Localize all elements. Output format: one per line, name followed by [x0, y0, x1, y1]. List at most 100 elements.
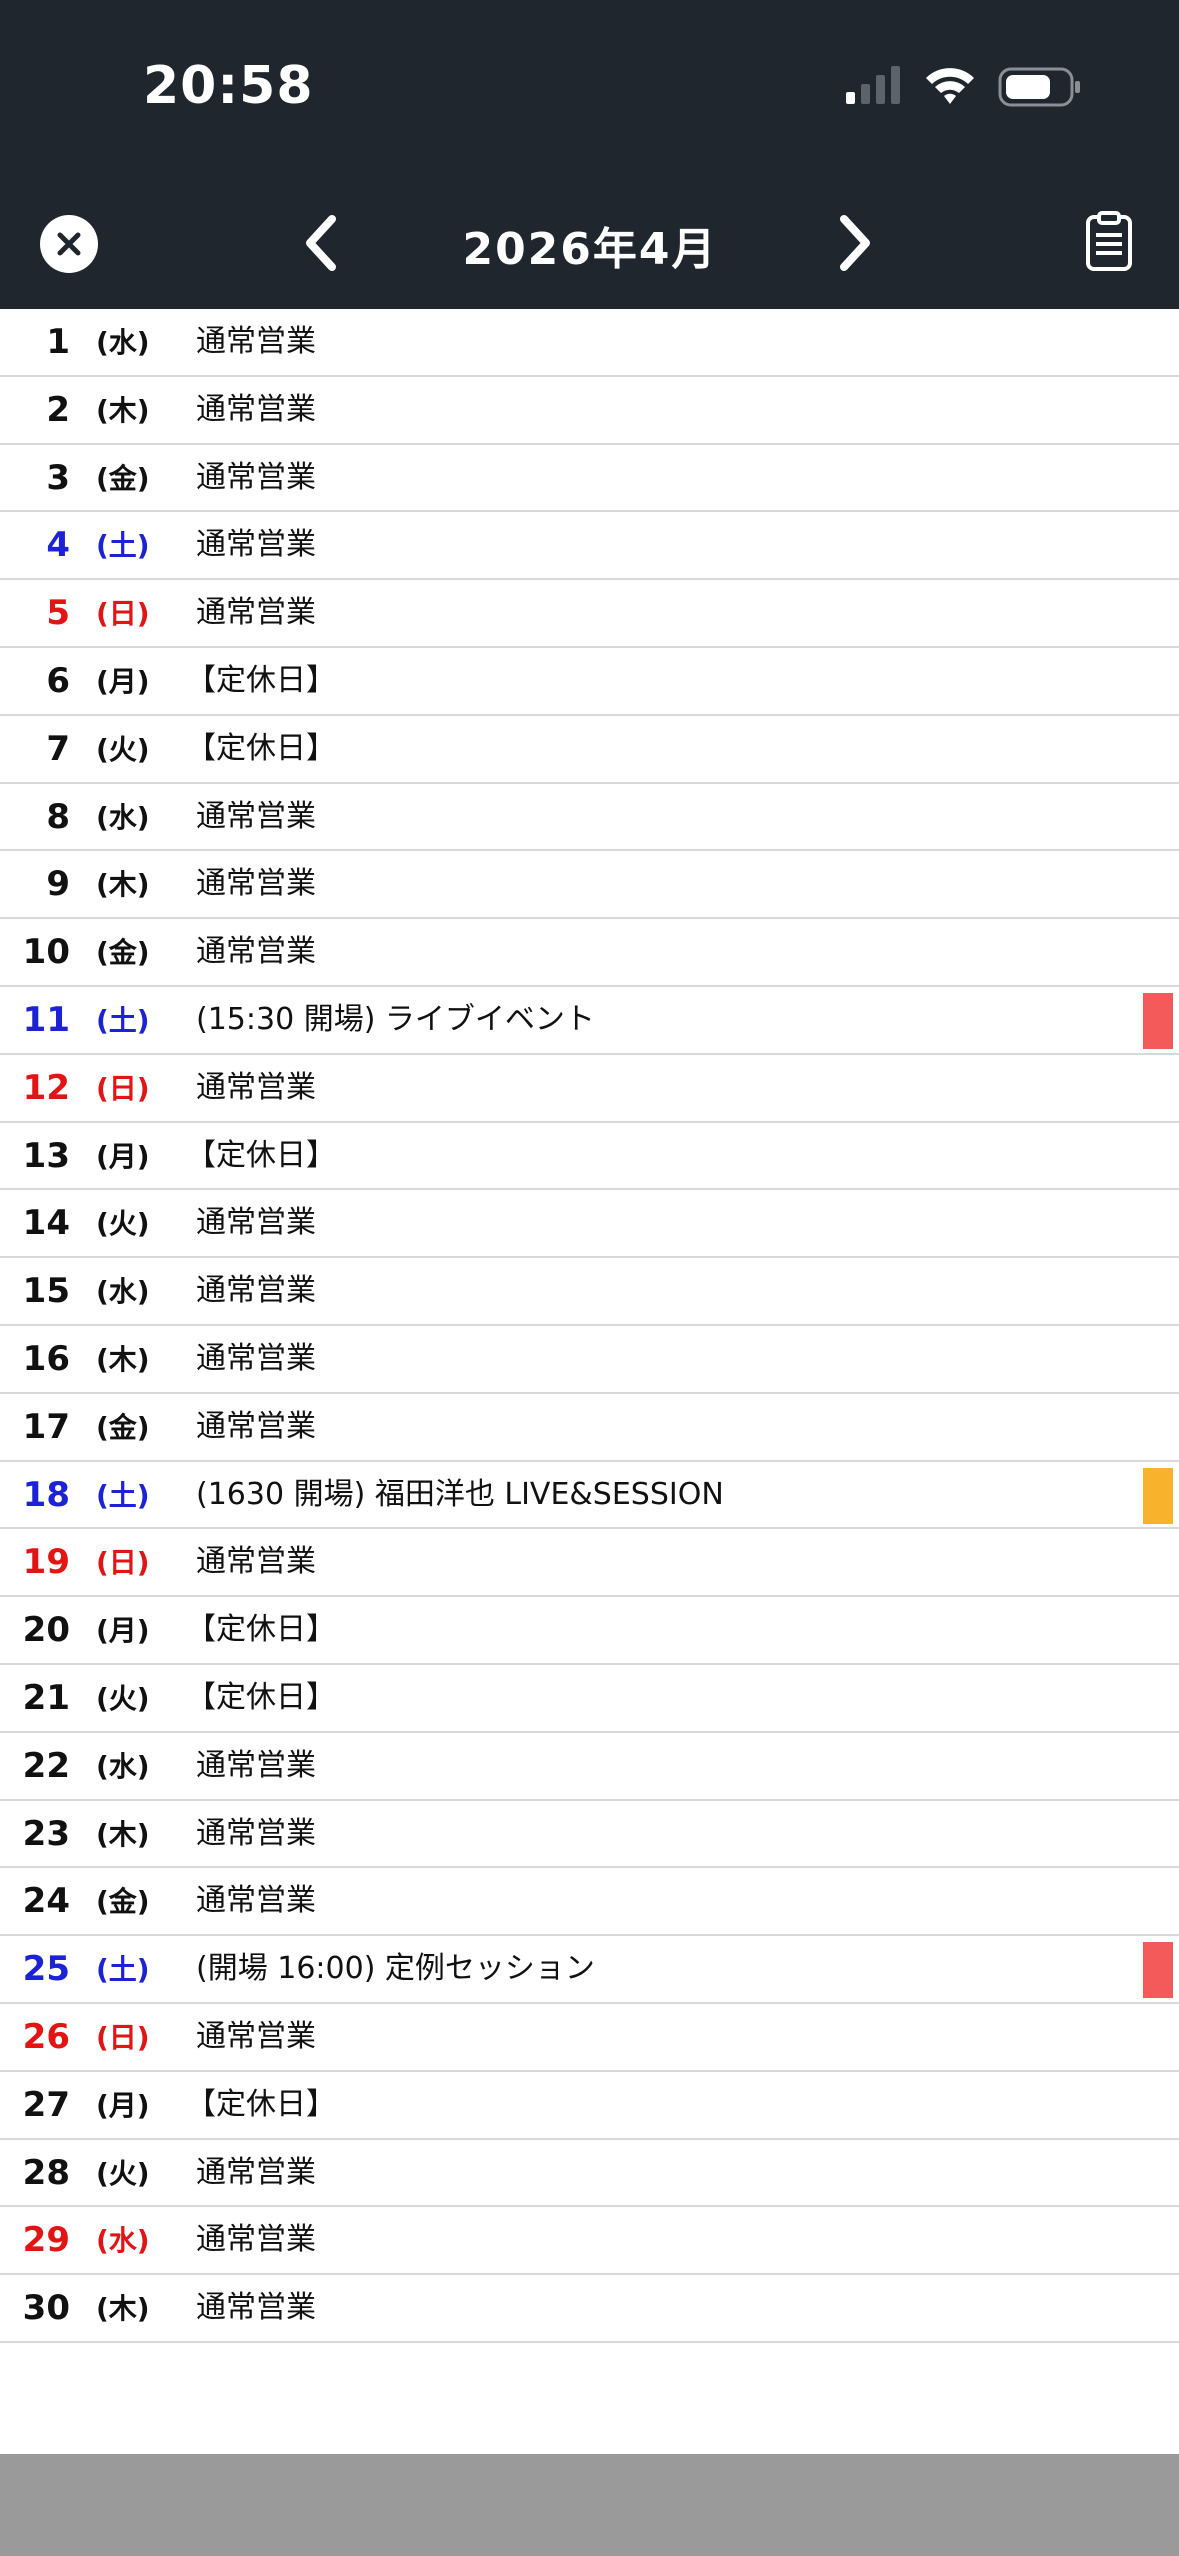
day-row[interactable]: 30 (木) 通常営業 — [0, 2275, 1179, 2343]
day-row[interactable]: 6 (月) 【定休日】 — [0, 648, 1179, 716]
day-row[interactable]: 21 (火) 【定休日】 — [0, 1665, 1179, 1733]
day-row[interactable]: 25 (土) (開場 16:00) 定例セッション — [0, 1936, 1179, 2004]
day-number: 14 — [22, 1203, 70, 1244]
close-icon — [57, 232, 81, 256]
schedule-text: 【定休日】 — [186, 2086, 336, 2122]
day-number: 21 — [22, 1677, 70, 1718]
day-row[interactable]: 12 (日) 通常営業 — [0, 1055, 1179, 1123]
event-marker — [1143, 1467, 1173, 1524]
day-number: 26 — [22, 2016, 70, 2057]
schedule-text: 通常営業 — [196, 1747, 316, 1783]
schedule-text: 通常営業 — [196, 934, 316, 970]
weekday-label: (土) — [96, 1953, 150, 1987]
schedule-text: 通常営業 — [196, 866, 316, 902]
weekday-label: (土) — [96, 529, 150, 563]
day-number: 5 — [46, 593, 70, 634]
month-title: 2026年4月 — [462, 224, 718, 275]
day-number: 4 — [46, 525, 70, 566]
day-row[interactable]: 27 (月) 【定休日】 — [0, 2072, 1179, 2140]
schedule-text: (15:30 開場) ライブイベント — [196, 1001, 595, 1037]
day-row[interactable]: 11 (土) (15:30 開場) ライブイベント — [0, 987, 1179, 1055]
day-row[interactable]: 7 (火) 【定休日】 — [0, 716, 1179, 784]
schedule-text: 通常営業 — [196, 1544, 316, 1580]
weekday-label: (土) — [96, 1478, 150, 1512]
next-month-button[interactable] — [830, 211, 880, 275]
schedule-text: 通常営業 — [196, 459, 316, 495]
schedule-text: 【定休日】 — [186, 662, 336, 698]
day-row[interactable]: 29 (水) 通常営業 — [0, 2207, 1179, 2276]
day-row[interactable]: 9 (木) 通常営業 — [0, 851, 1179, 920]
day-row[interactable]: 14 (火) 通常営業 — [0, 1190, 1179, 1259]
day-row[interactable]: 28 (火) 通常営業 — [0, 2140, 1179, 2208]
schedule-text: 通常営業 — [196, 595, 316, 631]
day-number: 30 — [22, 2288, 70, 2329]
schedule-text: (1630 開場) 福田洋也 LIVE&SESSION — [196, 1476, 724, 1512]
battery-icon — [998, 67, 1080, 107]
day-row[interactable]: 20 (月) 【定休日】 — [0, 1597, 1179, 1665]
day-row[interactable]: 1 (水) 通常営業 — [0, 309, 1179, 377]
day-number: 9 — [46, 864, 70, 905]
day-row[interactable]: 13 (月) 【定休日】 — [0, 1123, 1179, 1191]
day-number: 12 — [22, 1067, 70, 1108]
day-row[interactable]: 24 (金) 通常営業 — [0, 1868, 1179, 1937]
day-row[interactable]: 19 (日) 通常営業 — [0, 1529, 1179, 1598]
notes-icon[interactable] — [1084, 211, 1134, 273]
day-row[interactable]: 22 (水) 通常営業 — [0, 1733, 1179, 1801]
schedule-text: 通常営業 — [196, 2018, 316, 2054]
day-number: 15 — [22, 1271, 70, 1312]
schedule-text: 【定休日】 — [186, 1612, 336, 1648]
schedule-text: 通常営業 — [196, 1815, 316, 1851]
day-number: 2 — [46, 389, 70, 430]
weekday-label: (金) — [96, 1410, 150, 1444]
day-number: 24 — [22, 1881, 70, 1922]
day-row[interactable]: 26 (日) 通常営業 — [0, 2004, 1179, 2072]
schedule-text: 通常営業 — [196, 1883, 316, 1919]
day-number: 25 — [22, 1949, 70, 1990]
weekday-label: (金) — [96, 1885, 150, 1919]
day-row[interactable]: 16 (木) 通常営業 — [0, 1326, 1179, 1394]
day-row[interactable]: 4 (土) 通常営業 — [0, 512, 1179, 581]
day-row[interactable]: 3 (金) 通常営業 — [0, 445, 1179, 513]
day-number: 20 — [22, 1610, 70, 1651]
day-number: 27 — [22, 2084, 70, 2125]
schedule-text: 通常営業 — [196, 1340, 316, 1376]
weekday-label: (火) — [96, 732, 150, 766]
day-row[interactable]: 8 (水) 通常営業 — [0, 784, 1179, 852]
day-row[interactable]: 17 (金) 通常営業 — [0, 1394, 1179, 1462]
status-time: 20:58 — [143, 56, 314, 116]
day-row[interactable]: 18 (土) (1630 開場) 福田洋也 LIVE&SESSION — [0, 1462, 1179, 1530]
close-button[interactable] — [40, 215, 98, 273]
schedule-text: 通常営業 — [196, 2222, 316, 2258]
day-number: 7 — [46, 728, 70, 769]
event-marker — [1143, 1942, 1173, 1999]
weekday-label: (木) — [96, 393, 150, 427]
status-bar: 20:58 — [0, 0, 1179, 175]
weekday-label: (日) — [96, 597, 150, 631]
day-number: 13 — [22, 1135, 70, 1176]
schedule-text: 通常営業 — [196, 527, 316, 563]
schedule-text: 【定休日】 — [186, 1137, 336, 1173]
weekday-label: (日) — [96, 1071, 150, 1105]
day-number: 1 — [46, 322, 70, 362]
day-row[interactable]: 5 (日) 通常営業 — [0, 580, 1179, 648]
weekday-label: (水) — [96, 1749, 150, 1783]
day-row[interactable]: 2 (木) 通常営業 — [0, 377, 1179, 445]
weekday-label: (火) — [96, 1207, 150, 1241]
day-number: 10 — [22, 932, 70, 973]
weekday-label: (木) — [96, 1342, 150, 1376]
day-row[interactable]: 23 (木) 通常営業 — [0, 1801, 1179, 1869]
weekday-label: (木) — [96, 868, 150, 902]
day-number: 23 — [22, 1813, 70, 1854]
schedule-text: (開場 16:00) 定例セッション — [196, 1951, 595, 1987]
schedule-text: 通常営業 — [196, 324, 316, 359]
weekday-label: (火) — [96, 1681, 150, 1715]
weekday-label: (日) — [96, 2020, 150, 2054]
weekday-label: (金) — [96, 461, 150, 495]
schedule-text: 通常営業 — [196, 2290, 316, 2326]
day-number: 11 — [22, 999, 70, 1040]
weekday-label: (水) — [96, 326, 150, 359]
day-row[interactable]: 10 (金) 通常営業 — [0, 919, 1179, 987]
event-marker — [1143, 992, 1173, 1049]
day-row[interactable]: 15 (水) 通常営業 — [0, 1258, 1179, 1326]
prev-month-button[interactable] — [296, 211, 346, 275]
